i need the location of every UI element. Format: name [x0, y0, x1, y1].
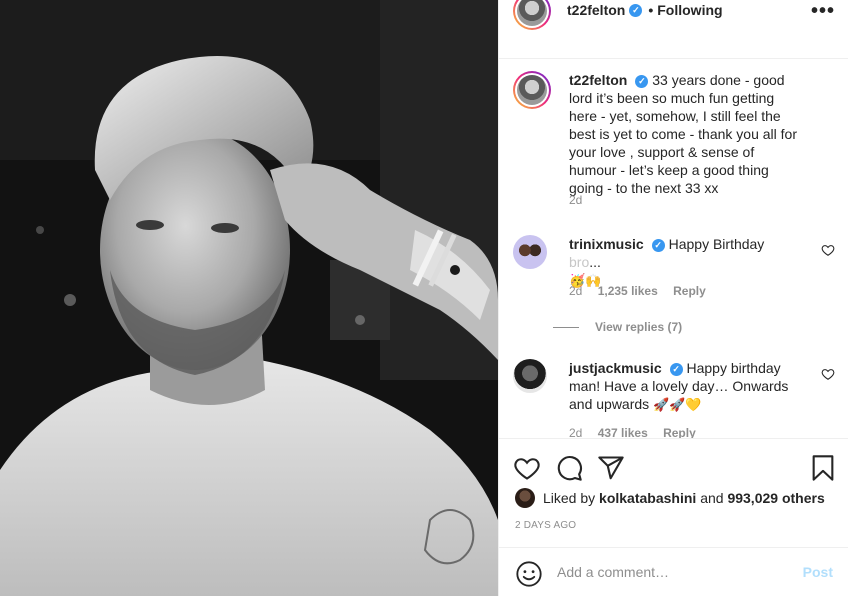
- comment-like-heart-icon[interactable]: [821, 367, 835, 381]
- caption-text-block: t22felton ✓ 33 years done - good lord it’…: [569, 71, 799, 197]
- add-comment-bar: Post: [499, 548, 848, 596]
- comment-text: Happy Birthday: [668, 236, 765, 252]
- caption-text: 33 years done - good lord it’s been so m…: [569, 72, 797, 196]
- liked-by-label: Liked by: [543, 490, 596, 506]
- post-photo[interactable]: [0, 0, 498, 596]
- comment-meta: 2d 437 likes Reply: [569, 426, 708, 438]
- author-avatar[interactable]: [513, 0, 551, 30]
- paper-plane-icon[interactable]: [597, 454, 625, 482]
- comment-emoji: 🚀🚀💛: [653, 398, 702, 413]
- following-button[interactable]: Following: [657, 2, 722, 18]
- liker-username[interactable]: kolkatabashini: [599, 490, 696, 506]
- post-comment-button[interactable]: Post: [803, 564, 833, 580]
- portrait-illustration: [0, 0, 498, 596]
- comment-username[interactable]: trinixmusic: [569, 236, 644, 252]
- likes-summary: Liked by kolkatabashini and 993,029 othe…: [515, 488, 825, 508]
- comment-more[interactable]: ...: [589, 254, 601, 270]
- comment-text-faded: bro: [569, 254, 590, 270]
- comment-username[interactable]: justjackmusic: [569, 360, 662, 376]
- post-header: t22felton ✓ • Following •••: [499, 0, 848, 58]
- author-username[interactable]: t22felton: [567, 2, 625, 18]
- bookmark-icon[interactable]: [809, 454, 837, 482]
- view-replies-label: View replies (7): [595, 320, 683, 334]
- post-side-panel: t22felton ✓ • Following ••• t22felton ✓ 3…: [498, 0, 848, 596]
- heart-icon[interactable]: [513, 454, 541, 482]
- comment-meta: 2d 1,235 likes Reply: [569, 284, 718, 298]
- likes-others-link[interactable]: 993,029 others: [727, 490, 824, 506]
- divider: [499, 438, 848, 439]
- verified-badge-icon: ✓: [651, 238, 665, 252]
- view-replies-button[interactable]: View replies (7): [553, 320, 682, 334]
- likes-and-label: and: [700, 490, 724, 506]
- comment-text-block: justjackmusic ✓ Happy birthday man! Have …: [569, 359, 799, 415]
- caption-meta: 2d: [569, 193, 594, 207]
- verified-badge-icon: ✓: [635, 74, 649, 88]
- reply-button[interactable]: Reply: [663, 426, 696, 438]
- view-replies-line: [553, 326, 579, 328]
- caption: t22felton ✓ 33 years done - good lord it’…: [513, 71, 833, 211]
- verified-badge-icon: ✓: [669, 362, 683, 376]
- caption-avatar[interactable]: [513, 71, 551, 109]
- comment-icon[interactable]: [555, 454, 583, 482]
- reply-button[interactable]: Reply: [673, 284, 706, 298]
- post-date[interactable]: 2 DAYS AGO: [515, 520, 576, 531]
- separator-dot: •: [648, 2, 654, 18]
- comments-list[interactable]: t22felton ✓ 33 years done - good lord it’…: [499, 59, 848, 438]
- comment-likes[interactable]: 1,235 likes: [598, 284, 658, 298]
- comment-text-block: trinixmusic ✓ Happy Birthday bro... 🥳🙌: [569, 235, 799, 291]
- emoji-icon[interactable]: [515, 560, 543, 588]
- liker-avatar[interactable]: [515, 488, 535, 508]
- commenter-avatar[interactable]: [513, 235, 547, 269]
- caption-username[interactable]: t22felton: [569, 72, 627, 88]
- verified-badge-icon: ✓: [629, 3, 643, 17]
- more-options-icon[interactable]: •••: [811, 0, 835, 23]
- comment: justjackmusic ✓ Happy birthday man! Have …: [513, 359, 835, 438]
- comment: trinixmusic ✓ Happy Birthday bro... 🥳🙌 2d…: [513, 235, 835, 335]
- action-bar: [499, 446, 848, 486]
- comment-time[interactable]: 2d: [569, 284, 582, 298]
- add-comment-input[interactable]: [557, 562, 777, 582]
- comment-like-heart-icon[interactable]: [821, 243, 835, 257]
- caption-time[interactable]: 2d: [569, 193, 582, 207]
- comment-likes[interactable]: 437 likes: [598, 426, 648, 438]
- commenter-avatar[interactable]: [513, 359, 547, 393]
- comment-time[interactable]: 2d: [569, 426, 582, 438]
